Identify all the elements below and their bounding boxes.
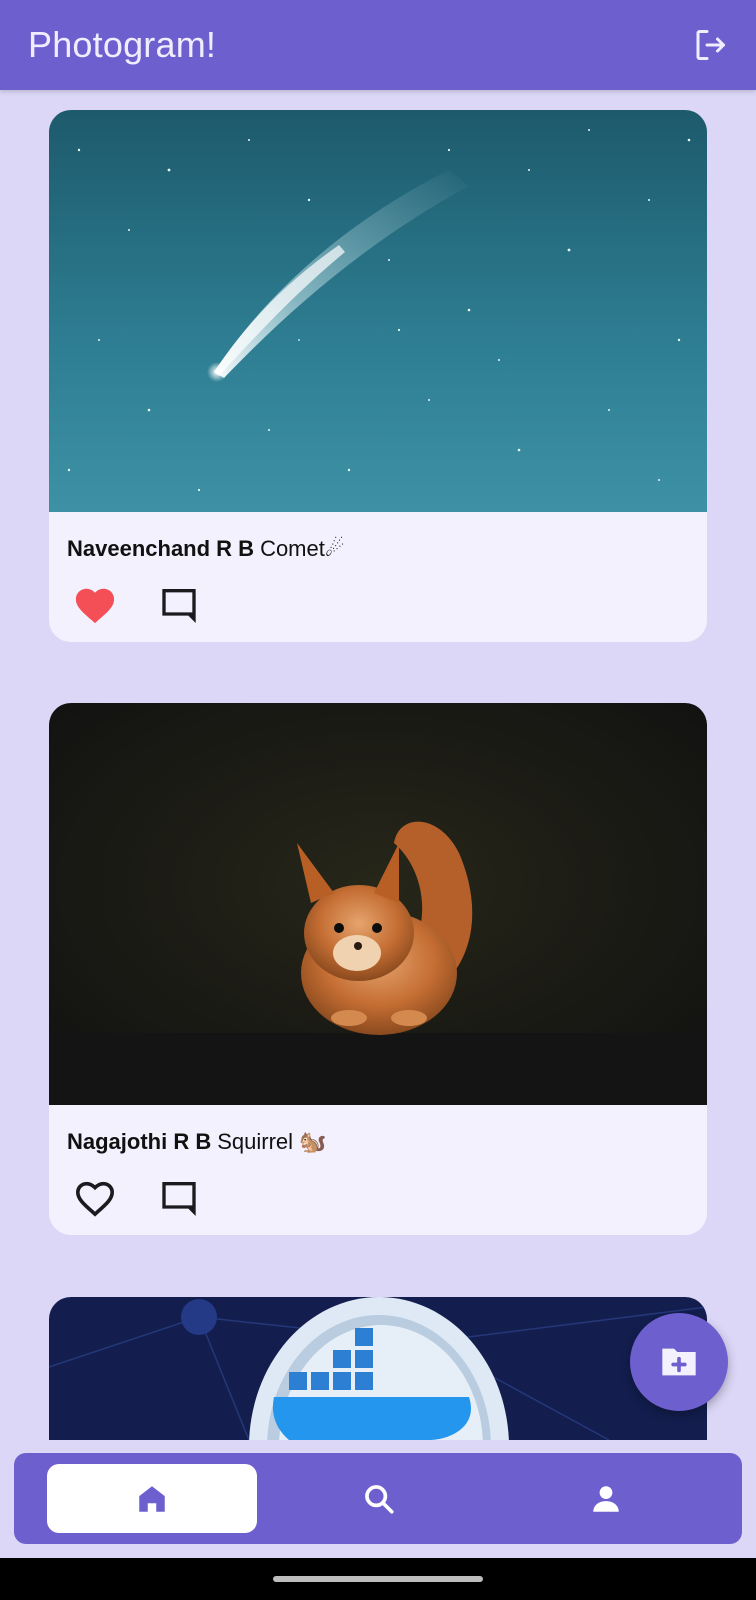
logout-icon xyxy=(696,30,725,60)
app-title: Photogram! xyxy=(28,24,217,65)
heart-outline-icon xyxy=(76,1181,114,1217)
comment-icon xyxy=(162,589,196,624)
post-caption-text: Squirrel 🐿️ xyxy=(217,1129,327,1154)
like-button[interactable] xyxy=(71,1173,119,1221)
squirrel-photo[interactable] xyxy=(49,703,707,1105)
comment-button[interactable] xyxy=(155,580,203,628)
add-folder-icon xyxy=(662,1348,696,1376)
system-navigation-bar xyxy=(0,1558,756,1600)
post-card xyxy=(49,1297,707,1440)
bottom-navigation xyxy=(14,1453,742,1544)
comment-button[interactable] xyxy=(155,1173,203,1221)
post-author[interactable]: Nagajothi R B xyxy=(67,1129,211,1155)
home-icon xyxy=(139,1485,165,1512)
like-button[interactable] xyxy=(71,580,119,628)
post-actions xyxy=(49,1159,707,1235)
post-author[interactable]: Naveenchand R B xyxy=(67,536,254,562)
app-bar: Photogram! xyxy=(0,0,756,90)
nav-home[interactable] xyxy=(47,1464,257,1533)
home-indicator[interactable] xyxy=(273,1576,483,1582)
post-actions xyxy=(49,566,707,642)
comet-photo-graphic xyxy=(49,110,707,512)
post-card: Nagajothi R B Squirrel 🐿️ xyxy=(49,703,707,1235)
post-feed[interactable]: Naveenchand R B Comet☄ Nagajothi R B Squ… xyxy=(0,90,756,1440)
search-icon xyxy=(365,1484,394,1514)
post-card: Naveenchand R B Comet☄ xyxy=(49,110,707,642)
profile-icon xyxy=(593,1485,619,1512)
post-caption-text: Comet☄ xyxy=(260,536,345,561)
heart-filled-icon xyxy=(75,588,115,624)
docker-photo-graphic xyxy=(49,1297,707,1440)
comment-icon xyxy=(162,1182,196,1217)
docker-whale-photo[interactable] xyxy=(49,1297,707,1440)
logout-button[interactable] xyxy=(690,25,730,65)
nav-profile[interactable] xyxy=(501,1464,711,1533)
nav-search[interactable] xyxy=(274,1464,484,1533)
comet-photo[interactable] xyxy=(49,110,707,512)
squirrel-photo-graphic xyxy=(49,703,707,1105)
post-caption: Naveenchand R B Comet☄ xyxy=(49,512,707,566)
add-post-button[interactable] xyxy=(630,1313,728,1411)
post-caption: Nagajothi R B Squirrel 🐿️ xyxy=(49,1105,707,1159)
